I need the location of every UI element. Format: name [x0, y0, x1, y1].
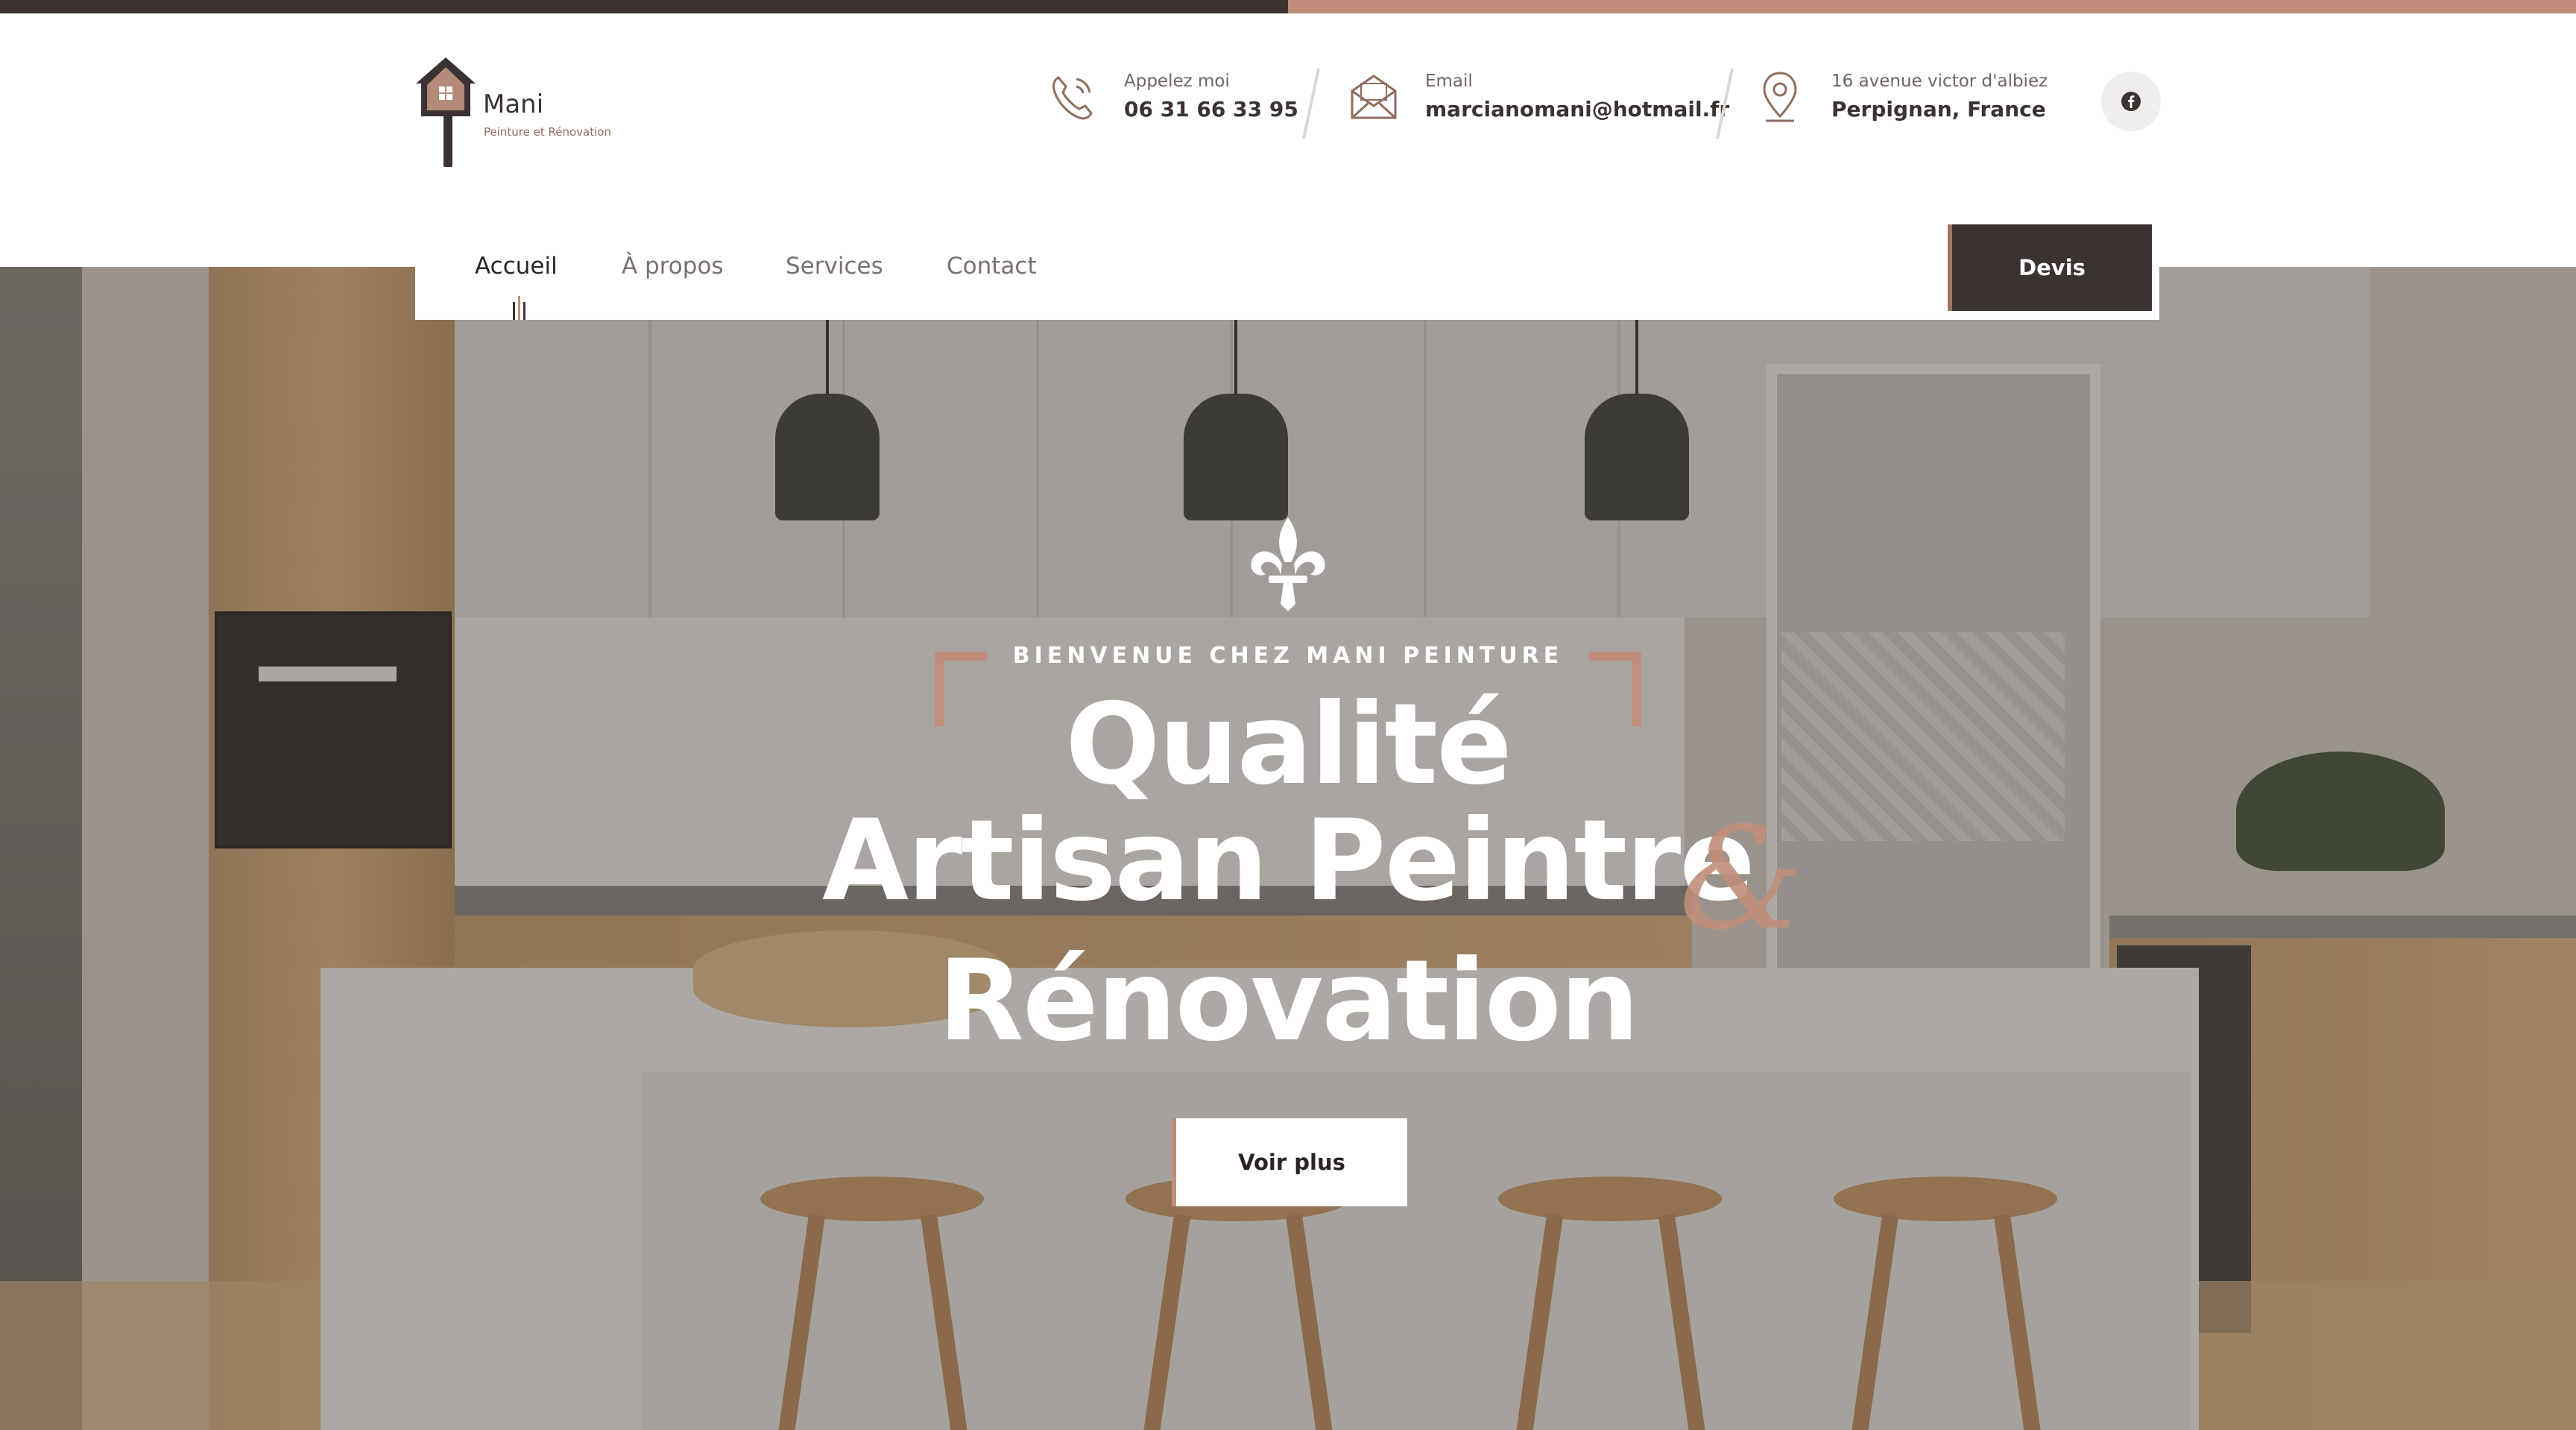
contact-email-value[interactable]: marcianomani@hotmail.fr [1425, 97, 1729, 122]
devis-button[interactable]: Devis [1948, 224, 2152, 311]
header-divider [1302, 69, 1320, 139]
top-bar-accent-segment [1288, 0, 2576, 13]
phone-icon [1052, 76, 1093, 120]
voir-plus-button[interactable]: Voir plus [1172, 1118, 1407, 1206]
contact-address[interactable]: 16 avenue victor d'albiez Perpignan, Fra… [1755, 69, 2068, 128]
contact-address-label: 16 avenue victor d'albiez [1831, 72, 2048, 91]
facebook-button[interactable] [2101, 72, 2161, 131]
house-logo-icon [416, 57, 476, 116]
contact-phone[interactable]: Appelez moi 06 31 66 33 95 [1048, 69, 1301, 128]
logo-tagline: Peinture et Rénovation [484, 125, 611, 139]
contact-email[interactable]: Email marcianomani@hotmail.fr [1349, 69, 1729, 128]
logo-name: Mani [483, 89, 544, 119]
hero-dark-overlay [0, 267, 2576, 1430]
top-bar-dark-segment [0, 0, 1288, 13]
hero-background-image [0, 267, 2576, 1430]
contact-phone-value[interactable]: 06 31 66 33 95 [1124, 97, 1298, 122]
contact-address-value: Perpignan, France [1831, 97, 2046, 122]
top-accent-bar [0, 0, 2576, 13]
contact-email-label: Email [1425, 72, 1473, 91]
site-logo[interactable]: Mani Peinture et Rénovation [412, 54, 636, 180]
nav-item-contact[interactable]: Contact [947, 253, 1037, 280]
location-pin-icon [1763, 72, 1797, 122]
paint-roller-handle [443, 115, 452, 167]
nav-item-accueil[interactable]: Accueil [475, 253, 558, 280]
nav-item-services[interactable]: Services [786, 253, 883, 280]
main-navbar: Accueil À propos Services Contact Devis [415, 215, 2159, 320]
envelope-icon [1351, 75, 1397, 119]
nav-item-a-propos[interactable]: À propos [622, 253, 724, 280]
active-indicator-icon [513, 296, 525, 320]
contact-phone-label: Appelez moi [1124, 72, 1230, 91]
facebook-icon [2121, 92, 2141, 111]
